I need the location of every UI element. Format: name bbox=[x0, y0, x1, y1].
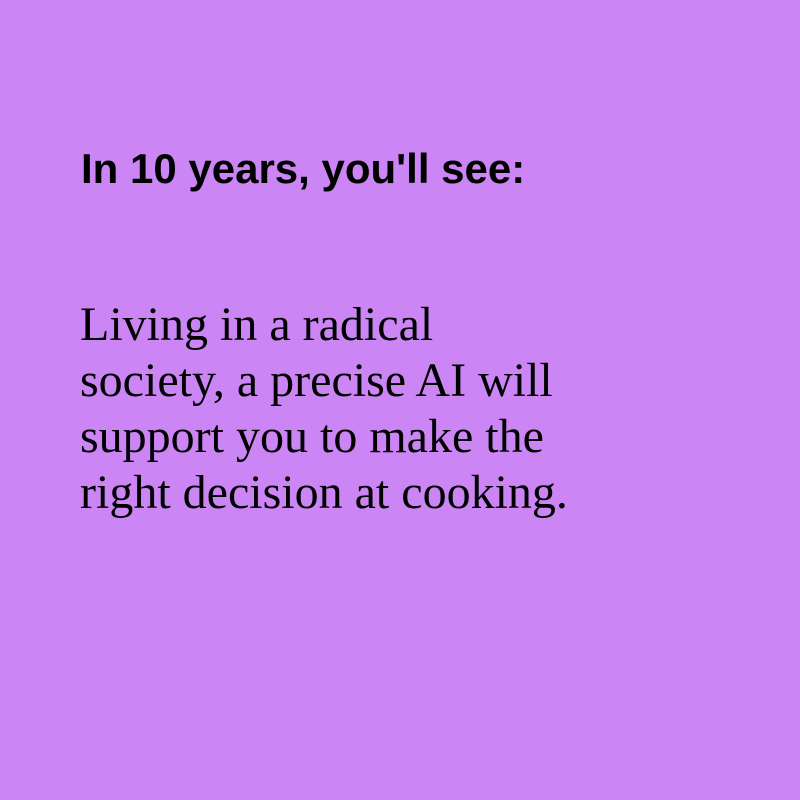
quote-card: In 10 years, you'll see: Living in a rad… bbox=[0, 0, 800, 800]
body-paragraph: Living in a radical society, a precise A… bbox=[80, 297, 740, 521]
body-line: society, a precise AI will bbox=[80, 354, 553, 407]
body-line: right decision at cooking. bbox=[80, 466, 568, 519]
body-line: Living in a radical bbox=[80, 298, 434, 351]
heading: In 10 years, you'll see: bbox=[81, 145, 526, 192]
body-line: support you to make the bbox=[80, 410, 544, 463]
